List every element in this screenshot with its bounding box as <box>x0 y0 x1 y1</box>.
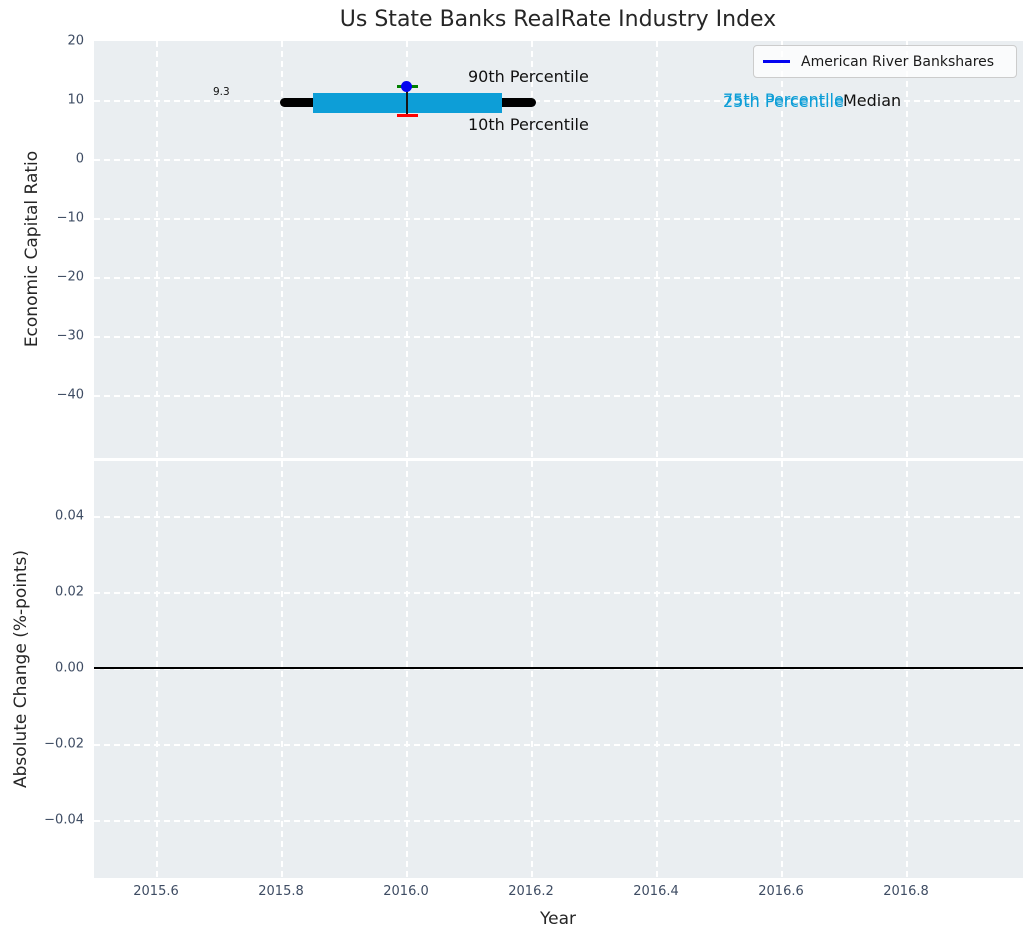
top-axes-plot-area: 90th Percentile 10th Percentile 75th Per… <box>94 41 1023 458</box>
ytick-label: −0.04 <box>44 812 84 828</box>
errorbar-cap-10th <box>397 113 418 117</box>
ytick-label: −30 <box>56 328 84 344</box>
ytick-label: 0.04 <box>55 508 84 524</box>
legend-line-sample <box>763 60 790 63</box>
ytick-label: 0 <box>75 151 84 167</box>
gridline-h <box>94 592 1023 594</box>
bottom-axes-plot-area <box>94 461 1023 878</box>
y-axis-label-bottom: Absolute Change (%-points) <box>11 550 31 788</box>
xtick-label: 2016.6 <box>758 884 804 899</box>
gridline-h <box>94 218 1023 220</box>
ytick-label: −20 <box>56 269 84 285</box>
ytick-label: 20 <box>67 33 84 49</box>
annotation-median: Median <box>843 91 902 110</box>
legend-label: American River Bankshares <box>801 53 995 70</box>
gridline-h <box>94 277 1023 279</box>
xtick-label: 2015.6 <box>133 884 179 899</box>
gridline-h <box>94 516 1023 518</box>
xtick-label: 2016.2 <box>508 884 554 899</box>
gridline-h <box>94 336 1023 338</box>
xtick-label: 2016.0 <box>383 884 429 899</box>
xtick-label: 2016.8 <box>883 884 929 899</box>
y-axis-label-top: Economic Capital Ratio <box>22 150 42 348</box>
ytick-label: 10 <box>67 92 84 108</box>
gridline-h <box>94 395 1023 397</box>
xtick-label: 2015.8 <box>258 884 304 899</box>
figure: Us State Banks RealRate Industry Index 9… <box>0 0 1034 942</box>
xtick-label: 2016.4 <box>633 884 679 899</box>
gridline-h <box>94 159 1023 161</box>
ytick-label: −10 <box>56 210 84 226</box>
annotation-25th-percentile: 25th Percentile <box>723 92 844 111</box>
annotation-median-value: 9.3 <box>213 86 230 98</box>
ytick-label: −40 <box>56 387 84 403</box>
gridline-h <box>94 744 1023 746</box>
annotation-90th-percentile: 90th Percentile <box>468 67 589 86</box>
gridline-h <box>94 820 1023 822</box>
zero-line <box>94 667 1023 669</box>
legend: American River Bankshares <box>753 45 1017 78</box>
annotation-10th-percentile: 10th Percentile <box>468 115 589 134</box>
x-axis-label: Year <box>540 909 576 929</box>
company-point <box>401 81 412 92</box>
chart-title: Us State Banks RealRate Industry Index <box>339 7 777 32</box>
